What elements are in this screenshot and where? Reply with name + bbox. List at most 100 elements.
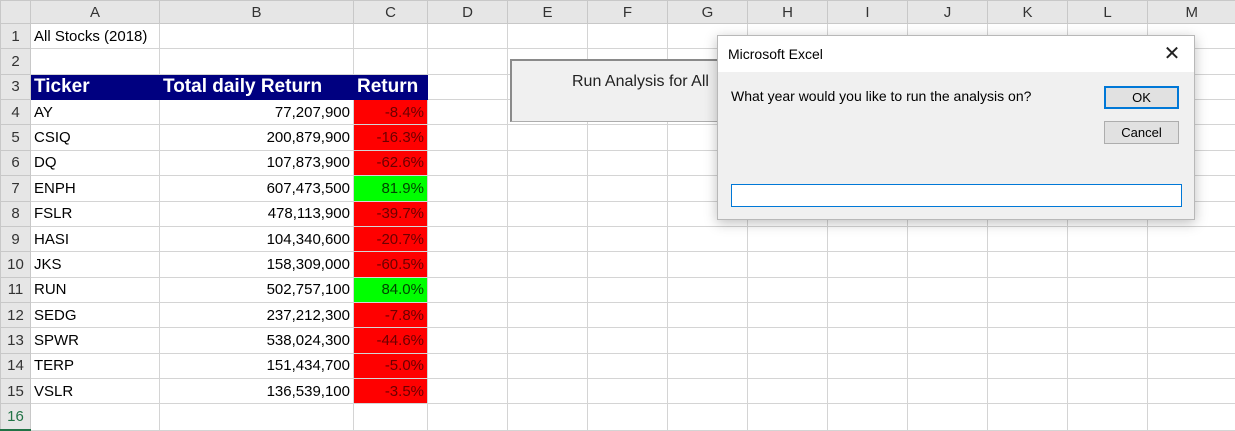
empty-cell[interactable] (1067, 378, 1148, 405)
empty-cell[interactable] (159, 403, 354, 431)
ticker-cell[interactable]: JKS (30, 251, 160, 278)
empty-cell[interactable] (1067, 276, 1148, 303)
empty-cell[interactable] (987, 225, 1068, 253)
ticker-header[interactable]: Ticker (30, 73, 160, 101)
empty-cell[interactable] (747, 378, 828, 405)
ticker-cell[interactable]: HASI (30, 225, 160, 253)
row-number[interactable]: 1 (0, 22, 31, 50)
row-number[interactable]: 16 (0, 403, 31, 431)
empty-cell[interactable] (1147, 251, 1235, 278)
return-cell[interactable]: 81.9% (353, 175, 428, 202)
empty-cell[interactable] (1147, 276, 1235, 303)
column-header[interactable]: K (987, 0, 1068, 24)
column-header[interactable]: E (507, 0, 588, 24)
empty-cell[interactable] (1147, 327, 1235, 354)
column-header[interactable]: L (1067, 0, 1148, 24)
empty-cell[interactable] (907, 225, 988, 253)
empty-cell[interactable] (987, 301, 1068, 329)
ticker-cell[interactable]: SPWR (30, 327, 160, 354)
ticker-cell[interactable]: DQ (30, 149, 160, 177)
empty-cell[interactable] (667, 352, 748, 380)
column-header[interactable]: G (667, 0, 748, 24)
empty-cell[interactable] (987, 276, 1068, 303)
empty-cell[interactable] (987, 378, 1068, 405)
empty-cell[interactable] (159, 22, 354, 50)
empty-cell[interactable] (1147, 378, 1235, 405)
empty-cell[interactable] (1067, 225, 1148, 253)
empty-cell[interactable] (907, 403, 988, 431)
empty-cell[interactable] (987, 403, 1068, 431)
empty-cell[interactable] (427, 175, 508, 202)
empty-cell[interactable] (587, 403, 668, 431)
select-all-corner[interactable] (0, 0, 31, 24)
column-header[interactable]: J (907, 0, 988, 24)
empty-cell[interactable] (507, 352, 588, 380)
ticker-cell[interactable]: CSIQ (30, 124, 160, 151)
ticker-cell[interactable]: FSLR (30, 200, 160, 227)
empty-cell[interactable] (667, 403, 748, 431)
empty-cell[interactable] (427, 327, 508, 354)
row-number[interactable]: 9 (0, 225, 31, 253)
empty-cell[interactable] (747, 225, 828, 253)
ticker-cell[interactable]: SEDG (30, 301, 160, 329)
row-number[interactable]: 3 (0, 73, 31, 101)
column-header[interactable]: M (1147, 0, 1235, 24)
total-volume-header[interactable]: Total daily Return (159, 73, 354, 101)
empty-cell[interactable] (1067, 327, 1148, 354)
return-cell[interactable]: -7.8% (353, 301, 428, 329)
volume-cell[interactable]: 104,340,600 (159, 225, 354, 253)
empty-cell[interactable] (507, 225, 588, 253)
volume-cell[interactable]: 607,473,500 (159, 175, 354, 202)
ok-button[interactable]: OK (1104, 86, 1179, 109)
ticker-cell[interactable]: RUN (30, 276, 160, 303)
empty-cell[interactable] (827, 378, 908, 405)
row-number[interactable]: 7 (0, 175, 31, 202)
empty-cell[interactable] (353, 22, 428, 50)
row-number[interactable]: 12 (0, 301, 31, 329)
empty-cell[interactable] (507, 301, 588, 329)
row-number[interactable]: 4 (0, 99, 31, 126)
empty-cell[interactable] (587, 124, 668, 151)
empty-cell[interactable] (587, 301, 668, 329)
row-number[interactable]: 13 (0, 327, 31, 354)
empty-cell[interactable] (507, 251, 588, 278)
empty-cell[interactable] (827, 403, 908, 431)
empty-cell[interactable] (667, 225, 748, 253)
empty-cell[interactable] (667, 301, 748, 329)
empty-cell[interactable] (427, 403, 508, 431)
row-number[interactable]: 2 (0, 48, 31, 75)
empty-cell[interactable] (667, 378, 748, 405)
empty-cell[interactable] (427, 225, 508, 253)
empty-cell[interactable] (587, 175, 668, 202)
return-cell[interactable]: -39.7% (353, 200, 428, 227)
row-number[interactable]: 10 (0, 251, 31, 278)
empty-cell[interactable] (587, 251, 668, 278)
volume-cell[interactable]: 237,212,300 (159, 301, 354, 329)
empty-cell[interactable] (587, 225, 668, 253)
sheet-title-cell[interactable]: All Stocks (2018) (30, 22, 160, 50)
row-number[interactable]: 6 (0, 149, 31, 177)
column-header[interactable]: H (747, 0, 828, 24)
empty-cell[interactable] (507, 200, 588, 227)
empty-cell[interactable] (747, 276, 828, 303)
empty-cell[interactable] (667, 327, 748, 354)
empty-cell[interactable] (587, 149, 668, 177)
row-number[interactable]: 8 (0, 200, 31, 227)
empty-cell[interactable] (587, 200, 668, 227)
column-header[interactable]: F (587, 0, 668, 24)
empty-cell[interactable] (747, 352, 828, 380)
year-input[interactable] (731, 184, 1182, 207)
empty-cell[interactable] (353, 48, 428, 75)
empty-cell[interactable] (427, 352, 508, 380)
empty-cell[interactable] (587, 276, 668, 303)
empty-cell[interactable] (427, 149, 508, 177)
empty-cell[interactable] (507, 175, 588, 202)
empty-cell[interactable] (507, 378, 588, 405)
empty-cell[interactable] (907, 352, 988, 380)
return-cell[interactable]: -60.5% (353, 251, 428, 278)
empty-cell[interactable] (907, 276, 988, 303)
dialog-titlebar[interactable]: Microsoft Excel ✕ (718, 36, 1194, 72)
empty-cell[interactable] (507, 149, 588, 177)
row-number[interactable]: 11 (0, 276, 31, 303)
volume-cell[interactable]: 502,757,100 (159, 276, 354, 303)
